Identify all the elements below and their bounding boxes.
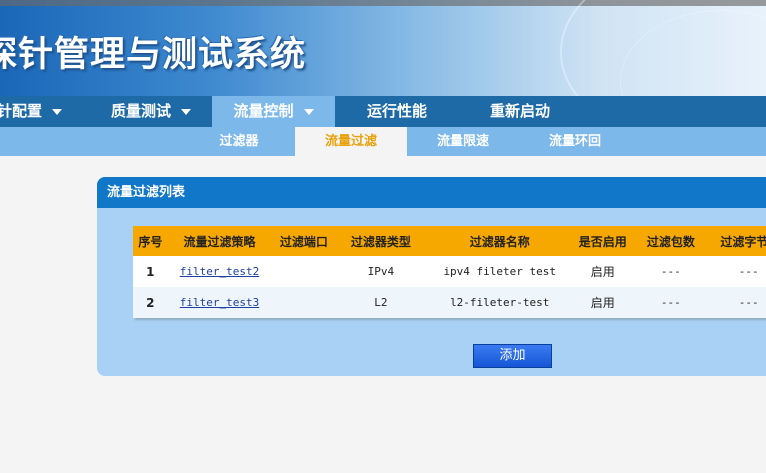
filter-list-panel: 流量过滤列表 序号 流量过滤策略 过滤端口 过滤器类型 过滤器名称 是否启用 过… xyxy=(97,177,766,376)
subnav-item-loopback[interactable]: 流量环回 xyxy=(520,127,630,156)
panel-title: 流量过滤列表 xyxy=(97,177,766,208)
add-button[interactable]: 添加 xyxy=(473,344,552,368)
app-title: 探针管理与测试系统 xyxy=(0,35,307,75)
nav-item-label: 运行性能 xyxy=(367,102,428,120)
table-header-row: 序号 流量过滤策略 过滤端口 过滤器类型 过滤器名称 是否启用 过滤包数 过滤字… xyxy=(133,226,766,256)
nav-item-label: 流量控制 xyxy=(233,102,294,120)
cell-filter-type: IPv4 xyxy=(336,256,426,287)
filter-table: 序号 流量过滤策略 过滤端口 过滤器类型 过滤器名称 是否启用 过滤包数 过滤字… xyxy=(133,226,766,318)
header-banner: 探针管理与测试系统 xyxy=(0,0,766,96)
nav-item-traffic-control[interactable]: 流量控制 xyxy=(212,96,335,127)
cell-seq: 1 xyxy=(133,256,168,287)
column-header: 序号 xyxy=(133,226,168,256)
cell-policy: filter_test2 xyxy=(167,256,272,287)
subnav-item-traffic-filter[interactable]: 流量过滤 xyxy=(295,127,407,156)
table-row: 1 filter_test2 IPv4 ipv4 fileter test 启用… xyxy=(133,256,766,287)
cell-seq: 2 xyxy=(133,287,168,318)
cell-bytes: --- xyxy=(710,287,766,318)
column-header: 过滤字节数 xyxy=(710,226,766,256)
cell-packets: --- xyxy=(631,287,711,318)
column-header: 流量过滤策略 xyxy=(167,226,272,256)
nav-item-label: 探针配置 xyxy=(0,102,43,120)
policy-link[interactable]: filter_test2 xyxy=(180,265,259,278)
policy-link[interactable]: filter_test3 xyxy=(180,296,259,309)
cell-filter-name: l2-fileter-test xyxy=(425,287,575,318)
cell-bytes: --- xyxy=(710,256,766,287)
chevron-down-icon xyxy=(303,108,314,115)
cell-port xyxy=(271,256,337,287)
chevron-down-icon xyxy=(181,108,192,115)
column-header: 是否启用 xyxy=(574,226,632,256)
nav-item-label: 质量测试 xyxy=(111,102,172,120)
cell-policy: filter_test3 xyxy=(167,287,272,318)
nav-item-label: 重新启动 xyxy=(490,102,551,120)
nav-item-quality-test[interactable]: 质量测试 xyxy=(111,96,192,127)
subnav-item-filter[interactable]: 过滤器 xyxy=(184,127,294,156)
cell-filter-type: L2 xyxy=(336,287,426,318)
cell-enabled: 启用 xyxy=(574,287,632,318)
column-header: 过滤端口 xyxy=(271,226,337,256)
main-nav: 探针配置 质量测试 流量控制 运行性能 重新启动 xyxy=(0,96,766,127)
nav-item-probe-config[interactable]: 探针配置 xyxy=(0,96,63,127)
column-header: 过滤包数 xyxy=(631,226,711,256)
column-header: 过滤器名称 xyxy=(425,226,575,256)
nav-item-performance[interactable]: 运行性能 xyxy=(367,96,427,127)
table-row: 2 filter_test3 L2 l2-fileter-test 启用 ---… xyxy=(133,287,766,318)
chevron-down-icon xyxy=(52,108,63,115)
subnav-item-rate-limit[interactable]: 流量限速 xyxy=(408,127,518,156)
cell-filter-name: ipv4 fileter test xyxy=(425,256,575,287)
cell-enabled: 启用 xyxy=(574,256,632,287)
cell-port xyxy=(271,287,337,318)
sub-nav: 过滤器 流量过滤 流量限速 流量环回 xyxy=(0,127,766,156)
column-header: 过滤器类型 xyxy=(336,226,426,256)
cell-packets: --- xyxy=(631,256,711,287)
nav-item-restart[interactable]: 重新启动 xyxy=(490,96,550,127)
